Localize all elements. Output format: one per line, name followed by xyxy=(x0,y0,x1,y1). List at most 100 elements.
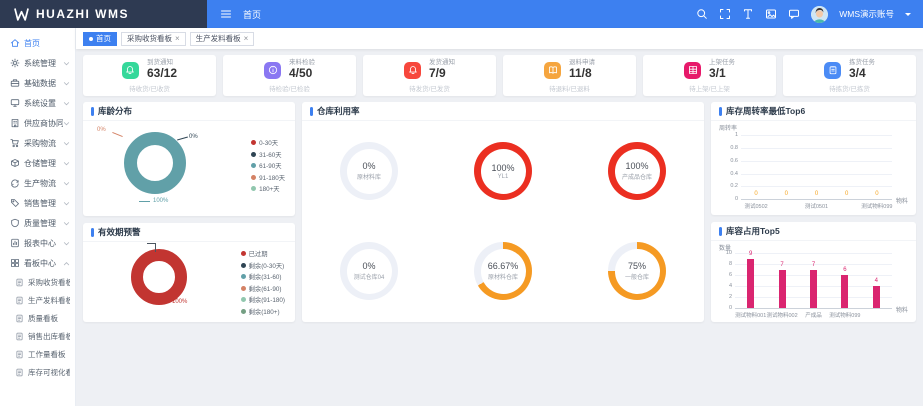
stat-card-putaway-task: 上架任务3/1待上架/已上架 xyxy=(643,55,776,96)
stat-card-texts: 到货通知63/12 xyxy=(147,59,177,81)
sidebar-item-sales-outbound-board[interactable]: 销售出库看板 xyxy=(0,327,75,345)
y-tick-label: 10 xyxy=(726,250,732,256)
sidebar-item-home[interactable]: 首页 xyxy=(0,33,75,53)
sidebar-item-label: 生产发料看板 xyxy=(28,295,70,306)
tab-label: 首页 xyxy=(96,33,111,44)
callout-line xyxy=(112,132,123,137)
panel-warehouse-utilization: 仓库利用率 0%原材料库100%YL1100%产成品仓库0%测试仓库0466.6… xyxy=(302,102,704,322)
legend-label: 剩余(91-180) xyxy=(249,295,285,304)
shelf-icon xyxy=(684,62,701,79)
tab-production-issue-board[interactable]: 生产发料看板× xyxy=(190,32,255,46)
sidebar-item-label: 仓储管理 xyxy=(24,158,63,169)
title-accent-bar xyxy=(91,228,94,237)
sidebar-item-purchase-receive-board[interactable]: 采购收货看板 xyxy=(0,273,75,291)
chevron-down-icon xyxy=(63,140,70,147)
sidebar-item-production-logistics[interactable]: 生产物流 xyxy=(0,173,75,193)
gauge-value: 66.67% xyxy=(488,261,519,271)
gridline xyxy=(741,186,892,187)
tab-purchase-receive-board[interactable]: 采购收货看板× xyxy=(121,32,186,46)
sidebar-item-system-config[interactable]: 系统设置 xyxy=(0,93,75,113)
fullscreen-icon[interactable] xyxy=(719,8,731,20)
stat-card-material-return: 退料申请11/8待退料/已退料 xyxy=(503,55,636,96)
sidebar-item-system-mgmt[interactable]: 系统管理 xyxy=(0,53,75,73)
sidebar-item-base-data[interactable]: 基础数据 xyxy=(0,73,75,93)
tab-home[interactable]: 首页 xyxy=(83,32,117,46)
chart-legend: 已过期剩余(0-30天)剩余(31-60)剩余(61-90)剩余(91-180)… xyxy=(241,249,285,316)
legend-item: 31-60天 xyxy=(251,150,285,159)
gauge-grid: 0%原材料库100%YL1100%产成品仓库0%测试仓库0466.67%原材料仓… xyxy=(302,121,704,321)
building-icon xyxy=(10,118,20,128)
stat-card-top: 发货通知7/9 xyxy=(367,59,492,81)
y-axis-name: 周转率 xyxy=(719,123,737,132)
font-size-icon[interactable] xyxy=(742,8,754,20)
sidebar-item-warehouse-mgmt[interactable]: 仓储管理 xyxy=(0,153,75,173)
sidebar-item-workload-board[interactable]: 工作量看板 xyxy=(0,345,75,363)
hamburger-icon[interactable] xyxy=(220,8,232,20)
sidebar-item-report-center[interactable]: 报表中心 xyxy=(0,233,75,253)
sidebar-item-label: 采购物流 xyxy=(24,138,63,149)
stat-card-texts: 拣货任务3/4 xyxy=(849,59,875,81)
stat-cards-row: 到货通知63/12待收货/已收货来料检验4/50待检验/已检验发货通知7/9待发… xyxy=(83,55,916,96)
panel-title: 仓库利用率 xyxy=(317,105,360,117)
username[interactable]: WMS演示账号 xyxy=(839,8,894,20)
chevron-down-icon xyxy=(63,160,70,167)
gauge-inner: 100%YL1 xyxy=(481,149,526,194)
legend-label: 剩余(180+) xyxy=(249,307,280,316)
y-tick-label: 8 xyxy=(729,261,732,267)
donut-value-label: 100% xyxy=(172,299,187,305)
gauge-一般仓库: 75%一般仓库 xyxy=(608,242,666,300)
panel-age-distribution: 库龄分布 0-30天31-60天61-90天91-180天180+天 0%0%1… xyxy=(83,102,295,216)
sidebar-item-label: 质量看板 xyxy=(28,313,70,324)
shield-icon xyxy=(10,218,20,228)
close-icon[interactable]: × xyxy=(175,35,180,43)
app-title: HUAZHI WMS xyxy=(36,7,129,21)
sidebar-item-supplier-collab[interactable]: 供应商协同 xyxy=(0,113,75,133)
x-tick-label: 测试0501 xyxy=(805,202,828,210)
chevron-down-icon xyxy=(63,60,70,67)
gauge-value: 100% xyxy=(625,161,648,171)
panel-title: 库存周转率最低Top6 xyxy=(726,105,805,117)
x-tick-label: 测试0502 xyxy=(744,202,767,210)
avatar[interactable] xyxy=(811,6,828,23)
sidebar-item-sales-mgmt[interactable]: 销售管理 xyxy=(0,193,75,213)
cart-icon xyxy=(10,138,20,148)
sidebar-item-inventory-visual-board[interactable]: 库存可视化看板 xyxy=(0,363,75,381)
x-tick-label: 测试物料001 xyxy=(735,311,766,319)
legend-label: 31-60天 xyxy=(259,150,281,159)
sidebar-item-quality-mgmt[interactable]: 质量管理 xyxy=(0,213,75,233)
stat-card-incoming-inspection: 来料检验4/50待检验/已检验 xyxy=(223,55,356,96)
y-tick-label: 0.2 xyxy=(730,183,738,189)
stat-card-texts: 上架任务3/1 xyxy=(709,59,735,81)
gauge-产成品仓库: 100%产成品仓库 xyxy=(608,142,666,200)
tag-icon xyxy=(10,198,20,208)
legend-item: 剩余(180+) xyxy=(241,307,285,316)
chevron-up-icon xyxy=(63,260,70,267)
gear-icon xyxy=(10,58,20,68)
legend-dot xyxy=(241,251,246,256)
chevron-down-icon xyxy=(63,240,70,247)
layout-icon[interactable] xyxy=(765,8,777,20)
title-accent-bar xyxy=(91,107,94,116)
document-icon xyxy=(15,368,24,377)
legend-item: 180+天 xyxy=(251,184,285,193)
callout-line xyxy=(139,201,150,202)
sidebar-item-board-center[interactable]: 看板中心 xyxy=(0,253,75,273)
legend-dot xyxy=(251,163,256,168)
sidebar-item-label: 报表中心 xyxy=(24,238,63,249)
gauge-inner: 0%原材料库 xyxy=(347,149,392,194)
chevron-down-icon xyxy=(63,80,70,87)
sidebar-item-production-issue-board[interactable]: 生产发料看板 xyxy=(0,291,75,309)
x-tick-label: 产成品 xyxy=(805,311,822,319)
x-axis-name: 物料 xyxy=(896,305,908,314)
topnav-home[interactable]: 首页 xyxy=(243,8,261,21)
message-icon[interactable] xyxy=(788,8,800,20)
donut-callout-label: 0% xyxy=(189,134,198,140)
sidebar-item-quality-board[interactable]: 质量看板 xyxy=(0,309,75,327)
sidebar-item-purchase-logistics[interactable]: 采购物流 xyxy=(0,133,75,153)
gauge-原材料仓库: 66.67%原材料仓库 xyxy=(474,242,532,300)
close-icon[interactable]: × xyxy=(244,35,249,43)
search-icon[interactable] xyxy=(696,8,708,20)
gauge-inner: 75%一般仓库 xyxy=(615,249,660,294)
chevron-down-icon xyxy=(63,100,70,107)
dashboard-content: 到货通知63/12待收货/已收货来料检验4/50待检验/已检验发货通知7/9待发… xyxy=(76,49,923,406)
